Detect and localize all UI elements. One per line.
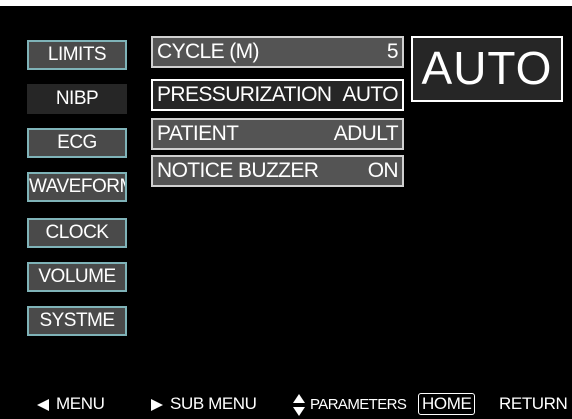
help-menu-label: MENU (56, 394, 105, 413)
help-sub-menu-label: SUB MENU (170, 394, 257, 413)
param-row-patient[interactable]: PATIENT ADULT (151, 118, 404, 150)
param-name: PATIENT (157, 122, 239, 145)
menu-item-volume[interactable]: VOLUME (27, 262, 127, 292)
help-home: HOME (418, 390, 476, 418)
triangle-right-icon (151, 398, 163, 411)
help-bar: MENU SUB MENU PARAMETERS HOME RETURN (0, 390, 572, 419)
triangle-left-icon (37, 398, 49, 411)
param-value: ADULT (333, 122, 399, 145)
menu-item-clock[interactable]: CLOCK (27, 218, 127, 248)
param-name: NOTICE BUZZER (157, 159, 319, 182)
help-menu: MENU (36, 390, 105, 418)
param-name: PRESSURIZATION (157, 83, 332, 106)
help-parameters: PARAMETERS (292, 390, 407, 419)
menu-item-waveform[interactable]: WAVEFORM (27, 172, 127, 202)
param-row-pressurization[interactable]: PRESSURIZATION AUTO (151, 79, 404, 111)
mode-display: AUTO (411, 36, 563, 102)
param-row-notice-buzzer[interactable]: NOTICE BUZZER ON (151, 155, 404, 187)
param-name: CYCLE (M) (157, 40, 260, 63)
param-value: 5 (386, 40, 399, 63)
menu-item-systme[interactable]: SYSTME (27, 306, 127, 336)
screen: LIMITS NIBP ECG WAVEFORM CLOCK VOLUME SY… (0, 0, 572, 419)
menu-item-limits[interactable]: LIMITS (27, 40, 127, 70)
monitor-display: LIMITS NIBP ECG WAVEFORM CLOCK VOLUME SY… (0, 6, 572, 419)
menu-item-ecg[interactable]: ECG (27, 128, 127, 158)
param-value: ON (367, 159, 399, 182)
param-row-cycle[interactable]: CYCLE (M) 5 (151, 36, 404, 68)
help-sub-menu: SUB MENU (150, 390, 257, 418)
param-value: AUTO (342, 83, 398, 106)
help-return: RETURN (499, 394, 568, 413)
up-down-triangle-icon (293, 393, 305, 416)
help-parameters-label: PARAMETERS (310, 396, 407, 413)
home-key-label: HOME (418, 393, 476, 415)
menu-item-nibp[interactable]: NIBP (27, 84, 127, 114)
